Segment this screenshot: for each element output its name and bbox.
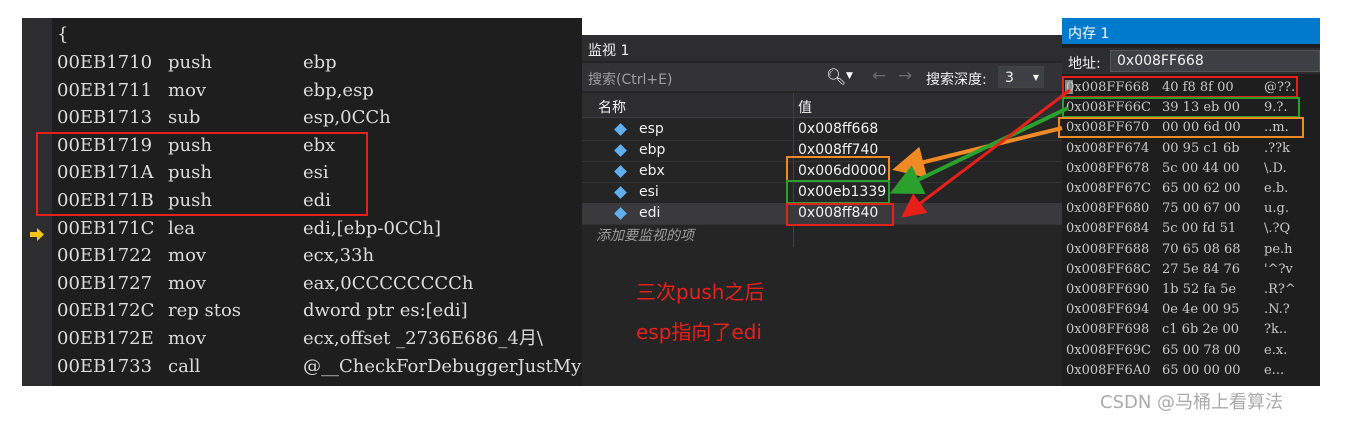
watermark: CSDN @马桶上看算法 <box>1100 392 1284 413</box>
annotation-line-1: 三次push之后 <box>636 280 765 304</box>
red-arrow <box>901 88 1071 218</box>
green-arrow <box>889 106 1069 195</box>
annotation-line-2: esp指向了edi <box>636 320 762 344</box>
screenshot: { 00EB1710 push ebp 00EB1711 mov ebp,esp 00EB1… <box>0 0 1348 423</box>
annotation-arrows <box>889 88 1071 218</box>
